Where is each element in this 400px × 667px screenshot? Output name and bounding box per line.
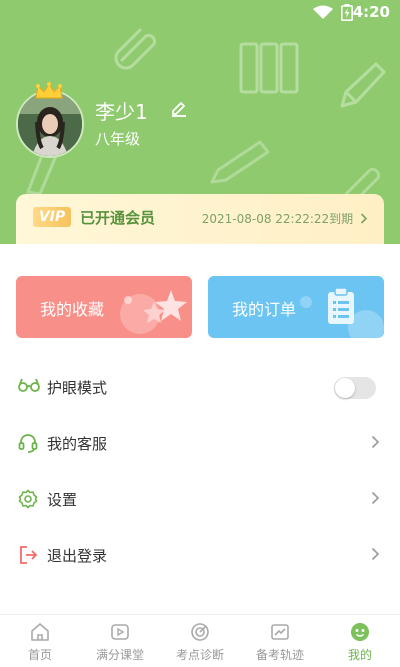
tab-label: 首页 (27, 648, 52, 662)
vip-badge: VIP (33, 207, 71, 227)
eye-mode-toggle[interactable] (334, 377, 376, 399)
pencil-decoration-2 (210, 140, 270, 184)
tab-label: 考点诊断 (175, 648, 224, 662)
battery-icon (341, 4, 353, 21)
favorites-label: 我的收藏 (40, 300, 105, 319)
tab-track[interactable]: 备考轨迹 (240, 615, 320, 667)
crown-icon (35, 82, 63, 99)
bottom-tab-bar: 首页 满分课堂 考点诊断 备考轨迹 我的 (0, 614, 400, 667)
status-bar: 4:20 (0, 0, 400, 26)
logout-label: 退出登录 (47, 547, 108, 565)
menu-service[interactable]: 我的客服 (0, 415, 400, 471)
vip-card[interactable]: VIP 已开通会员 2021-08-08 22:22:22到期 (16, 194, 384, 244)
eye-mode-label: 护眼模式 (47, 379, 108, 397)
menu-settings[interactable]: 设置 (0, 471, 400, 527)
profile-icon (351, 623, 369, 641)
tab-classroom[interactable]: 满分课堂 (80, 615, 160, 667)
tab-home[interactable]: 首页 (0, 615, 80, 667)
tab-profile[interactable]: 我的 (320, 615, 400, 667)
tab-label: 满分课堂 (95, 648, 144, 662)
home-icon (31, 623, 49, 641)
avatar[interactable] (16, 82, 84, 158)
gear-icon (18, 489, 38, 509)
settings-menu: 护眼模式 我的客服 设置 退出登录 (0, 359, 400, 583)
menu-logout[interactable]: 退出登录 (0, 527, 400, 583)
user-name: 李少1 (95, 100, 148, 124)
target-icon (191, 623, 209, 641)
logout-icon (20, 546, 38, 564)
tab-label: 备考轨迹 (255, 648, 304, 662)
favorites-card[interactable]: 我的收藏 (16, 276, 192, 338)
tab-diagnosis[interactable]: 考点诊断 (160, 615, 240, 667)
orders-card[interactable]: 我的订单 (208, 276, 384, 338)
vip-expiry-text: 2021-08-08 22:22:22到期 (201, 212, 354, 226)
bubble-decoration (300, 296, 312, 308)
glasses-icon (18, 378, 40, 392)
binders-decoration (239, 42, 299, 94)
settings-label: 设置 (47, 491, 78, 509)
avatar-photo (16, 90, 84, 158)
menu-eye-mode: 护眼模式 (0, 359, 400, 415)
chevron-right-icon (360, 213, 368, 224)
vip-expiry-row: 2021-08-08 22:22:22到期 (202, 210, 368, 227)
chevron-right-icon (371, 491, 380, 505)
orders-label: 我的订单 (232, 300, 297, 319)
star-icon (143, 290, 187, 323)
headset-icon (18, 434, 38, 453)
bubble-decoration (124, 296, 132, 304)
clipboard-icon (328, 287, 354, 324)
paperclip-decoration (114, 28, 157, 70)
toggle-knob (335, 378, 355, 398)
tab-label: 我的 (347, 648, 372, 662)
play-icon (111, 624, 129, 640)
chart-icon (271, 624, 289, 640)
chevron-right-icon (371, 435, 380, 449)
pencil-decoration (340, 62, 386, 108)
profile-header: 4:20 李少1 八年级 VIP 已开通会员 2021-08-08 22:22:… (0, 0, 400, 244)
chevron-right-icon (371, 547, 380, 561)
edit-icon[interactable] (170, 99, 188, 117)
wifi-icon (313, 5, 333, 19)
vip-title: 已开通会员 (80, 209, 156, 227)
user-grade: 八年级 (95, 130, 141, 148)
clock: 4:20 (352, 3, 390, 21)
service-label: 我的客服 (47, 435, 108, 453)
